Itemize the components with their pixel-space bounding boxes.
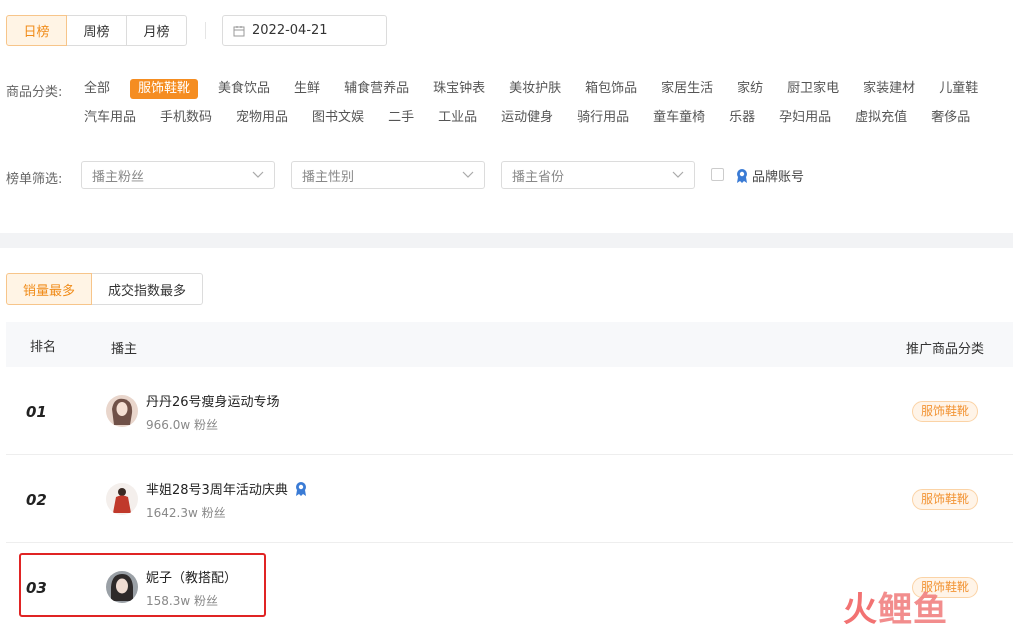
chevron-down-icon <box>462 168 474 183</box>
host-name[interactable]: 丹丹26号瘦身运动专场 <box>146 391 280 410</box>
category-item[interactable]: 虚拟充值 <box>855 108 907 128</box>
fans-select-placeholder: 播主粉丝 <box>92 169 145 185</box>
gender-select[interactable]: 播主性别 <box>291 161 485 189</box>
category-badge: 服饰鞋靴 <box>912 401 979 422</box>
category-item[interactable]: 全部 <box>84 79 110 99</box>
category-item[interactable]: 厨卫家电 <box>787 79 839 99</box>
fans-count: 966.0w 粉丝 <box>146 418 218 432</box>
category-item[interactable]: 箱包饰品 <box>585 79 637 99</box>
filter-label: 榜单筛选: <box>6 172 63 187</box>
category-item[interactable]: 孕妇用品 <box>779 108 831 128</box>
category-item[interactable]: 宠物用品 <box>236 108 288 128</box>
category-item[interactable]: 图书文娱 <box>312 108 364 128</box>
category-item[interactable]: 童车童椅 <box>653 108 705 128</box>
section-divider <box>0 233 1013 248</box>
chevron-down-icon <box>252 168 264 183</box>
tab-most-sales[interactable]: 销量最多 <box>6 273 93 305</box>
category-item[interactable]: 家装建材 <box>863 79 915 99</box>
category-row-1: 全部 服饰鞋靴 美食饮品 生鲜 辅食营养品 珠宝钟表 美妆护肤 箱包饰品 家居生… <box>84 79 1002 99</box>
category-item[interactable]: 工业品 <box>438 108 477 128</box>
category-item[interactable]: 辅食营养品 <box>344 79 409 99</box>
brand-label: 品牌账号 <box>752 170 805 185</box>
host-name-text: 芈姐28号3周年活动庆典 <box>146 483 288 498</box>
category-item[interactable]: 奢侈品 <box>931 108 970 128</box>
avatar[interactable] <box>106 395 138 427</box>
brand-account-filter[interactable]: 品牌账号 <box>735 166 804 185</box>
rank-number: 01 <box>26 403 47 421</box>
brand-badge-icon <box>295 481 306 496</box>
category-item[interactable]: 汽车用品 <box>84 108 136 128</box>
category-badge: 服饰鞋靴 <box>912 489 979 510</box>
date-picker[interactable]: 2022-04-21 <box>222 15 387 46</box>
watermark-part-2: 鲤鱼 <box>878 590 948 628</box>
divider <box>205 22 206 39</box>
category-label: 商品分类: <box>6 85 63 100</box>
rank-number: 03 <box>26 579 47 597</box>
rank-number: 02 <box>26 491 47 509</box>
date-value: 2022-04-21 <box>252 23 328 38</box>
chevron-down-icon <box>672 168 684 183</box>
tab-monthly[interactable]: 月榜 <box>126 15 187 46</box>
category-item[interactable]: 手机数码 <box>160 108 212 128</box>
sort-tabs: 销量最多 成交指数最多 <box>6 273 204 305</box>
watermark-logo: 火鲤鱼 <box>843 582 948 628</box>
category-row-2: 汽车用品 手机数码 宠物用品 图书文娱 二手 工业品 运动健身 骑行用品 童车童… <box>84 108 994 128</box>
host-name-text: 丹丹26号瘦身运动专场 <box>146 395 280 410</box>
header-category: 推广商品分类 <box>906 342 985 357</box>
fans-count: 158.3w 粉丝 <box>146 594 218 608</box>
avatar[interactable] <box>106 571 138 603</box>
category-item[interactable]: 运动健身 <box>501 108 553 128</box>
category-item[interactable]: 美食饮品 <box>218 79 270 99</box>
avatar[interactable] <box>106 483 138 515</box>
tab-most-deal-index[interactable]: 成交指数最多 <box>91 273 204 305</box>
header-rank: 排名 <box>30 340 57 355</box>
category-item[interactable]: 生鲜 <box>294 79 320 99</box>
host-name[interactable]: 妮子（教搭配） <box>146 567 237 586</box>
category-item[interactable]: 儿童鞋 <box>939 79 978 99</box>
category-item[interactable]: 骑行用品 <box>577 108 629 128</box>
period-tabs: 日榜 周榜 月榜 <box>6 15 187 46</box>
tab-weekly[interactable]: 周榜 <box>66 15 127 46</box>
table-row[interactable]: 02 芈姐28号3周年活动庆典 1642.3w 粉丝 服饰鞋靴 <box>6 455 1013 543</box>
category-item[interactable]: 乐器 <box>729 108 755 128</box>
province-select-placeholder: 播主省份 <box>512 169 565 185</box>
header-host: 播主 <box>111 342 138 357</box>
brand-badge-icon <box>737 168 747 183</box>
fans-select[interactable]: 播主粉丝 <box>81 161 275 189</box>
watermark-part-1: 火 <box>843 590 878 628</box>
category-item[interactable]: 家居生活 <box>661 79 713 99</box>
tab-daily[interactable]: 日榜 <box>6 15 67 46</box>
brand-checkbox[interactable] <box>711 168 724 181</box>
category-item[interactable]: 珠宝钟表 <box>433 79 485 99</box>
fans-count: 1642.3w 粉丝 <box>146 506 226 520</box>
host-name[interactable]: 芈姐28号3周年活动庆典 <box>146 479 308 498</box>
category-item[interactable]: 美妆护肤 <box>509 79 561 99</box>
table-row[interactable]: 01 丹丹26号瘦身运动专场 966.0w 粉丝 服饰鞋靴 <box>6 367 1013 455</box>
calendar-icon <box>233 25 245 37</box>
province-select[interactable]: 播主省份 <box>501 161 695 189</box>
category-item[interactable]: 二手 <box>388 108 414 128</box>
host-name-text: 妮子（教搭配） <box>146 571 238 586</box>
category-item-active[interactable]: 服饰鞋靴 <box>130 79 199 99</box>
table-header: 排名 播主 推广商品分类 <box>6 322 1013 367</box>
category-item[interactable]: 家纺 <box>737 79 763 99</box>
gender-select-placeholder: 播主性别 <box>302 169 355 185</box>
